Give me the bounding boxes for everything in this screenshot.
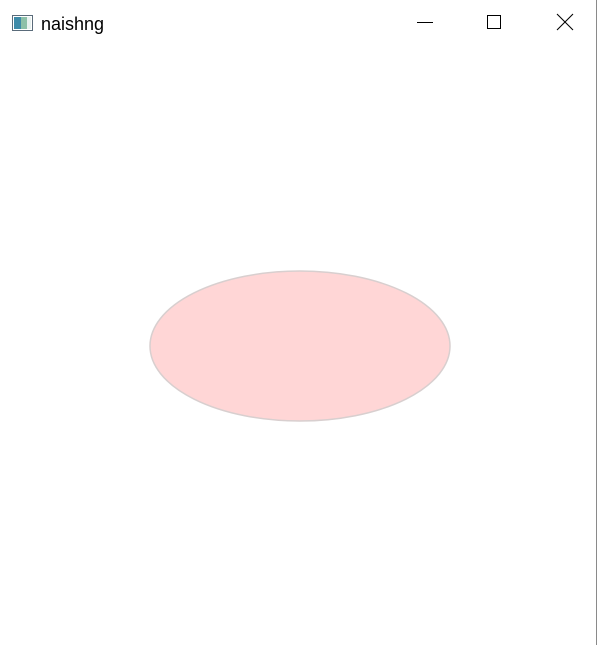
app-window: naishng [0,0,597,645]
close-button[interactable] [542,0,588,48]
close-icon [556,13,574,36]
minimize-icon [417,14,433,35]
maximize-icon [486,14,502,35]
window-title: naishng [41,14,105,34]
minimize-button[interactable] [402,0,448,48]
drawing-canvas[interactable] [0,48,596,645]
pink-ellipse [149,270,451,422]
maximize-button[interactable] [471,0,517,48]
app-window-icon [12,15,33,31]
title-bar[interactable]: naishng [0,0,596,48]
